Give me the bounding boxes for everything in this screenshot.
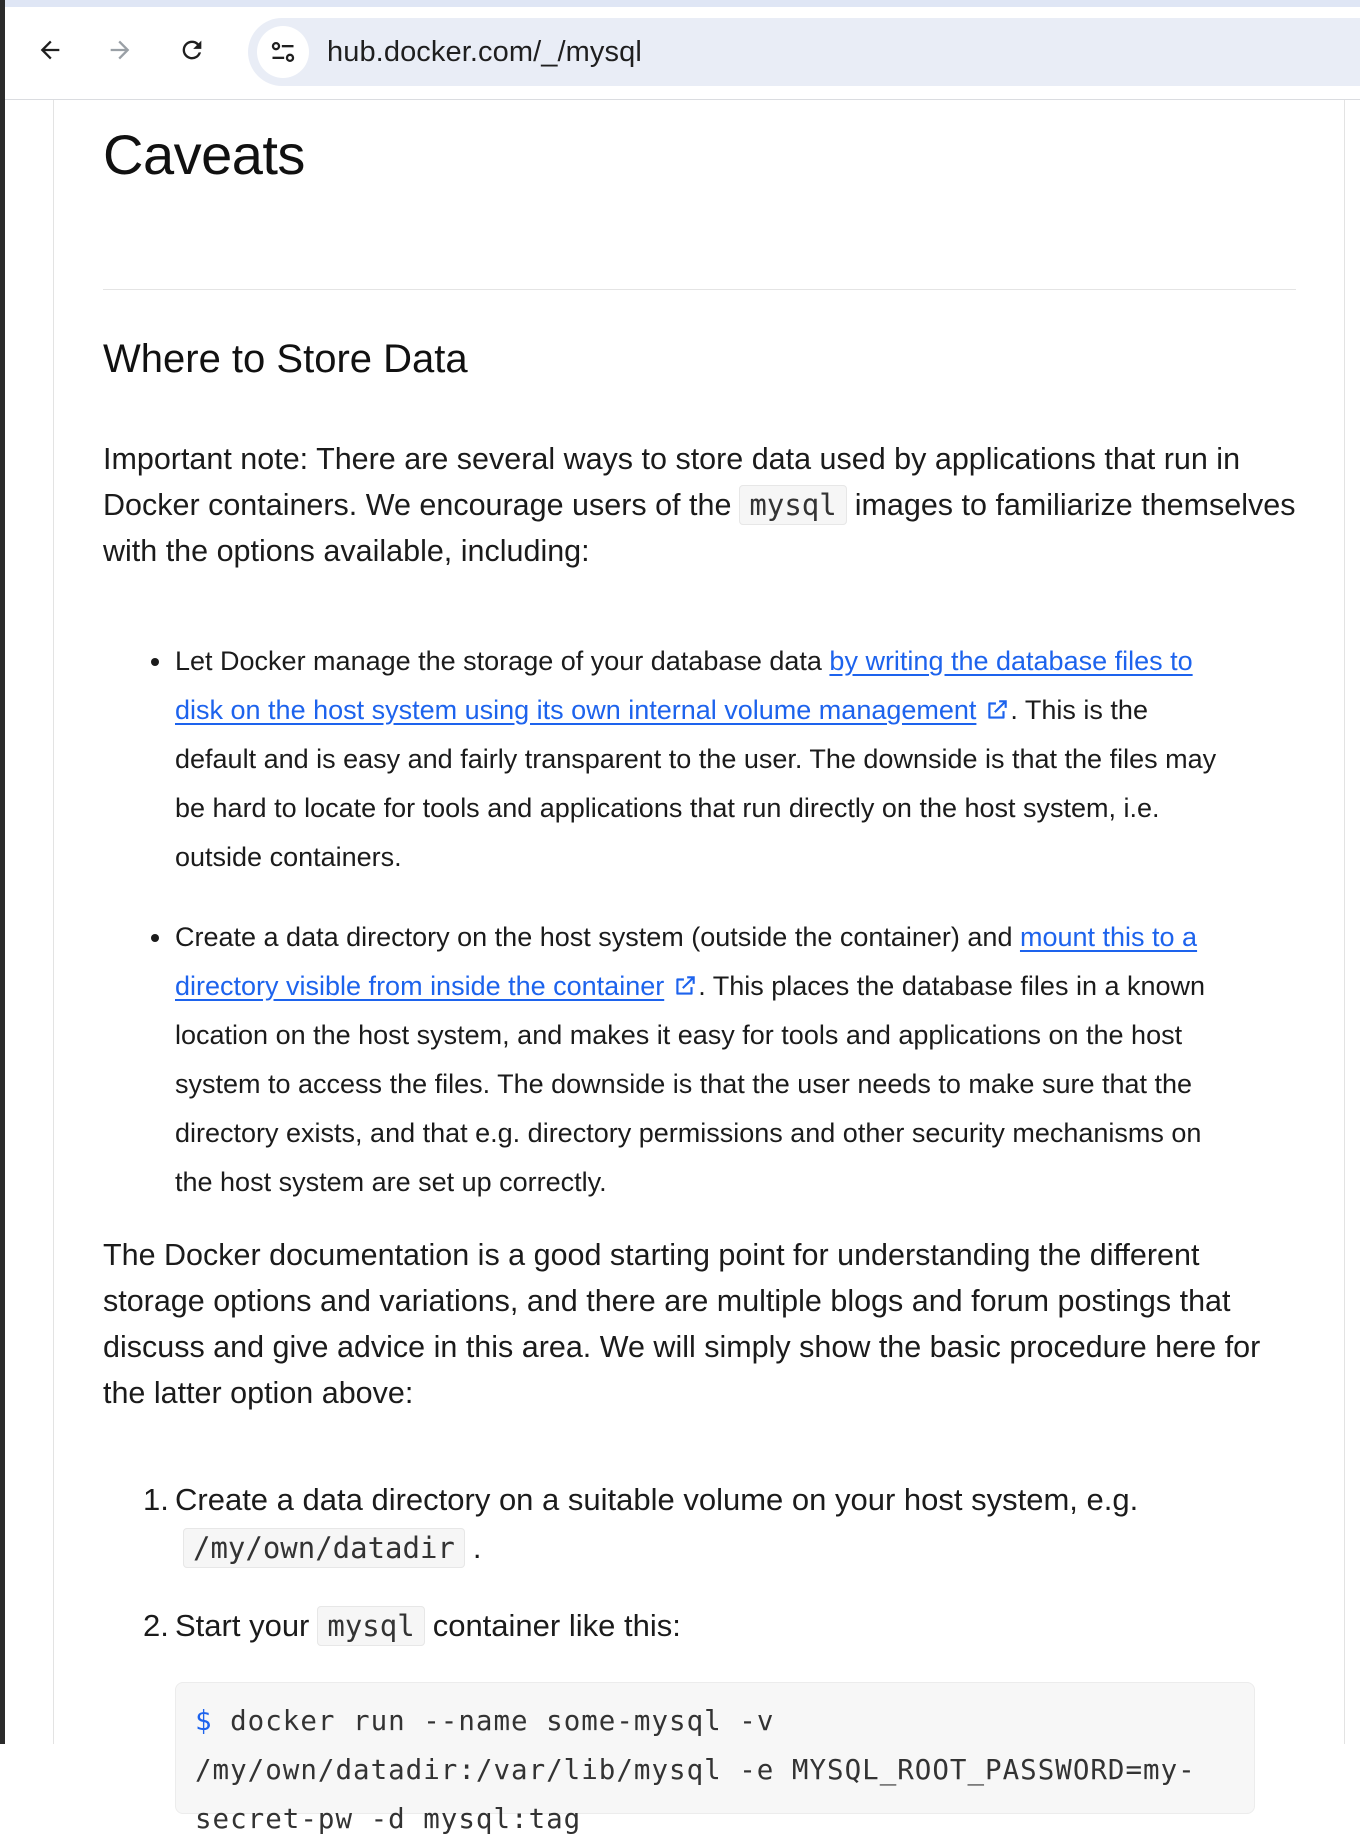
step-text: Start your	[175, 1608, 310, 1643]
reload-button[interactable]	[172, 30, 212, 70]
section-heading: Caveats	[103, 123, 305, 186]
tune-icon	[271, 41, 295, 63]
subsection-heading: Where to Store Data	[103, 337, 468, 381]
reload-icon	[182, 40, 202, 60]
step-number: 1.	[143, 1482, 169, 1517]
arrow-right-icon	[110, 40, 130, 60]
step-text-cont: .	[472, 1530, 482, 1565]
step-text-cont: container like this:	[432, 1608, 681, 1643]
bullet-dot	[151, 934, 159, 942]
list-item-text: Let Docker manage the storage of your da…	[175, 646, 830, 676]
storage-options-list: Let Docker manage the storage of your da…	[103, 637, 1298, 1207]
step-number: 2.	[143, 1608, 169, 1643]
step-item: 2. Start your mysql container like this:	[103, 1602, 1275, 1650]
heading-divider	[103, 289, 1296, 290]
inline-code: /my/own/datadir	[183, 1528, 465, 1568]
step-item: 1. Create a data directory on a suitable …	[103, 1476, 1275, 1572]
url-text[interactable]: hub.docker.com/_/mysql	[327, 36, 642, 69]
bullet-dot	[151, 658, 159, 666]
step-text: Create a data directory on a suitable vo…	[175, 1482, 1139, 1517]
adjacent-window-edge	[0, 0, 5, 1744]
procedure-steps: 1. Create a data directory on a suitable …	[103, 1476, 1298, 1650]
list-item: Create a data directory on the host syst…	[103, 913, 1235, 1207]
list-item-text-cont: . This places the database files in a kn…	[175, 971, 1206, 1197]
arrow-left-icon	[40, 40, 60, 60]
tab-strip-edge	[5, 0, 1360, 7]
address-bar[interactable]: hub.docker.com/_/mysql	[248, 18, 1360, 86]
docker-run-code-block[interactable]: $ docker run --name some-mysql -v /my/ow…	[175, 1682, 1255, 1835]
page-content: Caveats Where to Store Data Important no…	[53, 100, 1345, 1835]
site-info-button[interactable]	[257, 26, 309, 78]
docker-run-command: docker run --name some-mysql -v /my/own/…	[195, 1705, 1196, 1835]
external-link-icon	[676, 976, 695, 995]
forward-button[interactable]	[100, 30, 140, 70]
list-item-text: Create a data directory on the host syst…	[175, 922, 1020, 952]
browser-toolbar: hub.docker.com/_/mysql	[5, 0, 1360, 100]
intro-paragraph: Important note: There are several ways t…	[103, 436, 1298, 574]
external-link-icon	[988, 700, 1008, 719]
inline-code: mysql	[739, 485, 847, 525]
docs-paragraph: The Docker documentation is a good start…	[103, 1238, 1261, 1410]
inline-code: mysql	[317, 1606, 425, 1646]
list-item: Let Docker manage the storage of your da…	[103, 637, 1235, 882]
shell-prompt: $	[195, 1705, 213, 1737]
back-button[interactable]	[30, 30, 70, 70]
